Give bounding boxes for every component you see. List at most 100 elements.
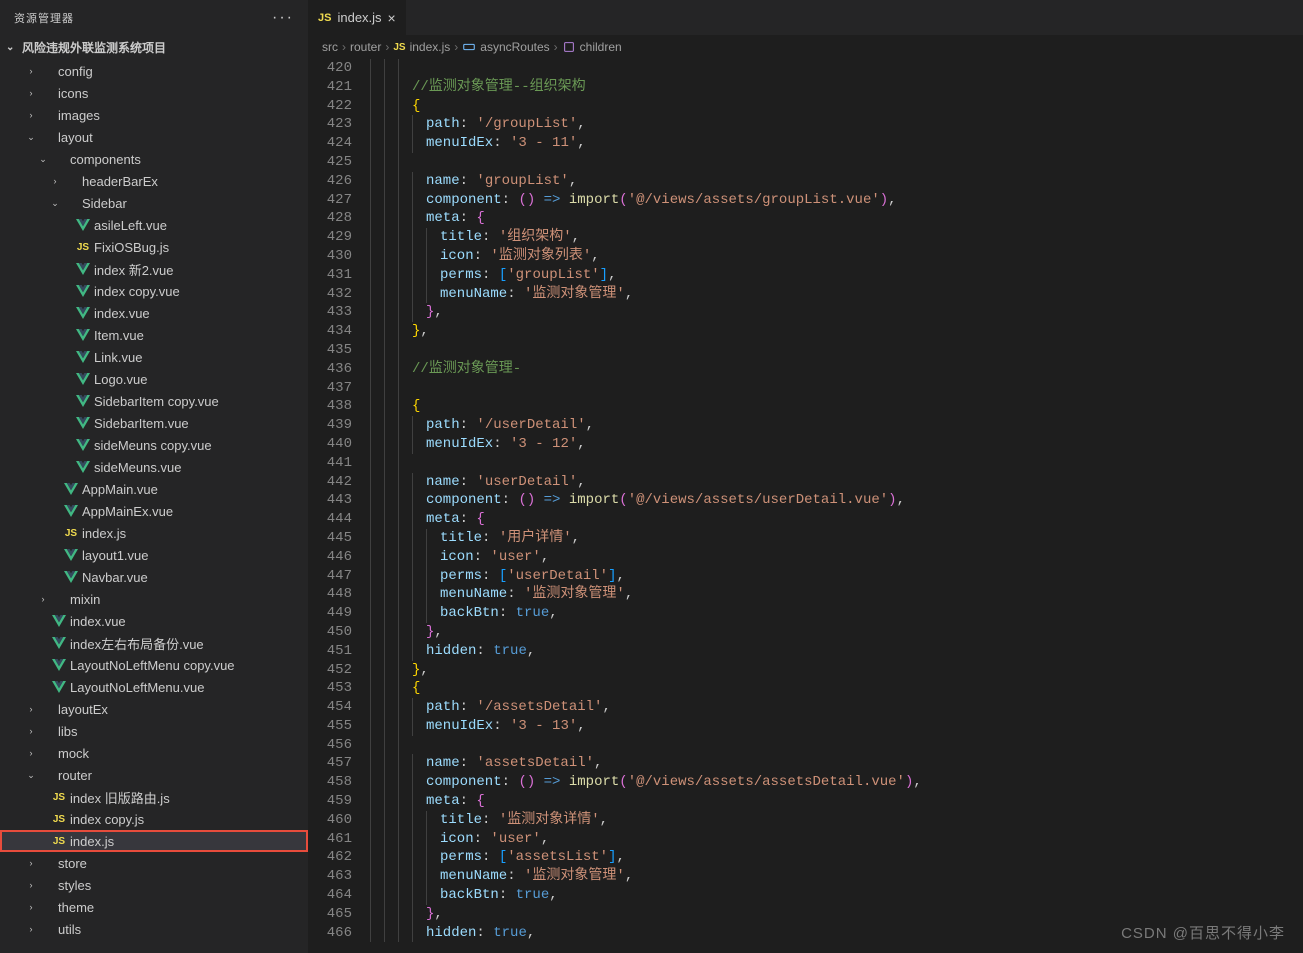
tab-index-js[interactable]: JS index.js × [308,0,407,35]
code-line[interactable]: }, [370,661,1303,680]
tree-item[interactable]: ⌄layout [0,126,308,148]
tree-item[interactable]: JSindex.js [0,830,308,852]
tree-item[interactable]: AppMain.vue [0,478,308,500]
code-line[interactable]: { [370,97,1303,116]
code-line[interactable]: title: '用户详情', [370,529,1303,548]
tree-item[interactable]: ›headerBarEx [0,170,308,192]
code-line[interactable] [370,736,1303,755]
tree-item[interactable]: ›icons [0,82,308,104]
tree-item[interactable]: LayoutNoLeftMenu.vue [0,676,308,698]
tree-item[interactable]: ›mock [0,742,308,764]
code-line[interactable]: meta: { [370,209,1303,228]
code-line[interactable]: title: '监测对象详情', [370,811,1303,830]
tree-item[interactable]: ›store [0,852,308,874]
breadcrumb-item[interactable]: src [322,40,338,54]
tree-item[interactable]: index 新2.vue [0,258,308,280]
code-editor[interactable]: 4204214224234244254264274284294304314324… [308,59,1303,953]
file-tree[interactable]: ›config›icons›images⌄layout⌄components›h… [0,60,308,953]
code-line[interactable]: }, [370,322,1303,341]
project-root[interactable]: ⌄ 风险违规外联监测系统项目 [0,35,308,60]
tree-item[interactable]: Item.vue [0,324,308,346]
code-line[interactable]: perms: ['assetsList'], [370,848,1303,867]
breadcrumb-item[interactable]: JSindex.js [393,40,450,54]
code-line[interactable]: }, [370,303,1303,322]
code-line[interactable]: component: () => import('@/views/assets/… [370,191,1303,210]
code-line[interactable]: menuIdEx: '3 - 13', [370,717,1303,736]
tree-item[interactable]: sideMeuns.vue [0,456,308,478]
code-line[interactable]: path: '/userDetail', [370,416,1303,435]
tree-item[interactable]: SidebarItem copy.vue [0,390,308,412]
code-line[interactable]: icon: '监测对象列表', [370,247,1303,266]
code-line[interactable]: title: '组织架构', [370,228,1303,247]
code-line[interactable]: icon: 'user', [370,830,1303,849]
code-line[interactable] [370,59,1303,78]
code-line[interactable] [370,454,1303,473]
code-line[interactable]: meta: { [370,510,1303,529]
code-line[interactable]: name: 'assetsDetail', [370,754,1303,773]
code-line[interactable]: name: 'userDetail', [370,473,1303,492]
code-line[interactable] [370,341,1303,360]
tree-item[interactable]: ›layoutEx [0,698,308,720]
code-line[interactable]: path: '/groupList', [370,115,1303,134]
code-line[interactable]: hidden: true, [370,642,1303,661]
breadcrumb-item[interactable]: router [350,40,381,54]
tree-item[interactable]: index左右布局备份.vue [0,632,308,654]
code-line[interactable]: menuName: '监测对象管理', [370,867,1303,886]
tree-item[interactable]: AppMainEx.vue [0,500,308,522]
tree-item[interactable]: ›mixin [0,588,308,610]
tree-item[interactable]: LayoutNoLeftMenu copy.vue [0,654,308,676]
breadcrumb-item[interactable]: children [562,40,622,54]
tree-item[interactable]: ⌄Sidebar [0,192,308,214]
code-line[interactable]: }, [370,623,1303,642]
code-line[interactable]: menuName: '监测对象管理', [370,285,1303,304]
code-line[interactable]: backBtn: true, [370,604,1303,623]
tree-item[interactable]: ›utils [0,918,308,940]
tree-item[interactable]: index copy.vue [0,280,308,302]
code-line[interactable]: path: '/assetsDetail', [370,698,1303,717]
code-line[interactable] [370,153,1303,172]
tree-item[interactable]: ⌄router [0,764,308,786]
code-line[interactable]: backBtn: true, [370,886,1303,905]
tree-item[interactable]: Navbar.vue [0,566,308,588]
code-content[interactable]: //监测对象管理--组织架构{path: '/groupList',menuId… [370,59,1303,953]
code-line[interactable]: meta: { [370,792,1303,811]
tree-item[interactable]: ›styles [0,874,308,896]
code-line[interactable]: icon: 'user', [370,548,1303,567]
tree-item[interactable]: ›libs [0,720,308,742]
tree-item[interactable]: ›theme [0,896,308,918]
tree-item[interactable]: index.vue [0,302,308,324]
code-line[interactable]: { [370,397,1303,416]
tree-item[interactable]: sideMeuns copy.vue [0,434,308,456]
tree-item[interactable]: Link.vue [0,346,308,368]
tree-item[interactable]: index.vue [0,610,308,632]
code-line[interactable]: perms: ['userDetail'], [370,567,1303,586]
code-line[interactable]: menuName: '监测对象管理', [370,585,1303,604]
tree-item[interactable]: asileLeft.vue [0,214,308,236]
code-line[interactable]: perms: ['groupList'], [370,266,1303,285]
code-line[interactable] [370,379,1303,398]
code-line[interactable]: }, [370,905,1303,924]
tree-item[interactable]: layout1.vue [0,544,308,566]
tree-item[interactable]: ›config [0,60,308,82]
code-line[interactable]: component: () => import('@/views/assets/… [370,773,1303,792]
tree-item[interactable]: JSFixiOSBug.js [0,236,308,258]
tree-item[interactable]: JSindex.js [0,522,308,544]
code-line[interactable]: menuIdEx: '3 - 11', [370,134,1303,153]
tree-item[interactable]: JSindex 旧版路由.js [0,786,308,808]
breadcrumb[interactable]: src›router›JSindex.js›asyncRoutes›childr… [308,35,1303,59]
code-line[interactable]: //监测对象管理--组织架构 [370,78,1303,97]
breadcrumb-item[interactable]: asyncRoutes [462,40,549,54]
code-line[interactable]: name: 'groupList', [370,172,1303,191]
tree-item[interactable]: SidebarItem.vue [0,412,308,434]
code-line[interactable]: component: () => import('@/views/assets/… [370,491,1303,510]
tree-item[interactable]: ⌄components [0,148,308,170]
code-line[interactable]: menuIdEx: '3 - 12', [370,435,1303,454]
tree-item[interactable]: Logo.vue [0,368,308,390]
code-line[interactable]: hidden: true, [370,924,1303,943]
more-icon[interactable]: ··· [272,9,294,27]
code-line[interactable]: //监测对象管理- [370,360,1303,379]
close-icon[interactable]: × [388,10,396,26]
tree-item[interactable]: JSindex copy.js [0,808,308,830]
tree-item[interactable]: ›images [0,104,308,126]
code-line[interactable]: { [370,679,1303,698]
